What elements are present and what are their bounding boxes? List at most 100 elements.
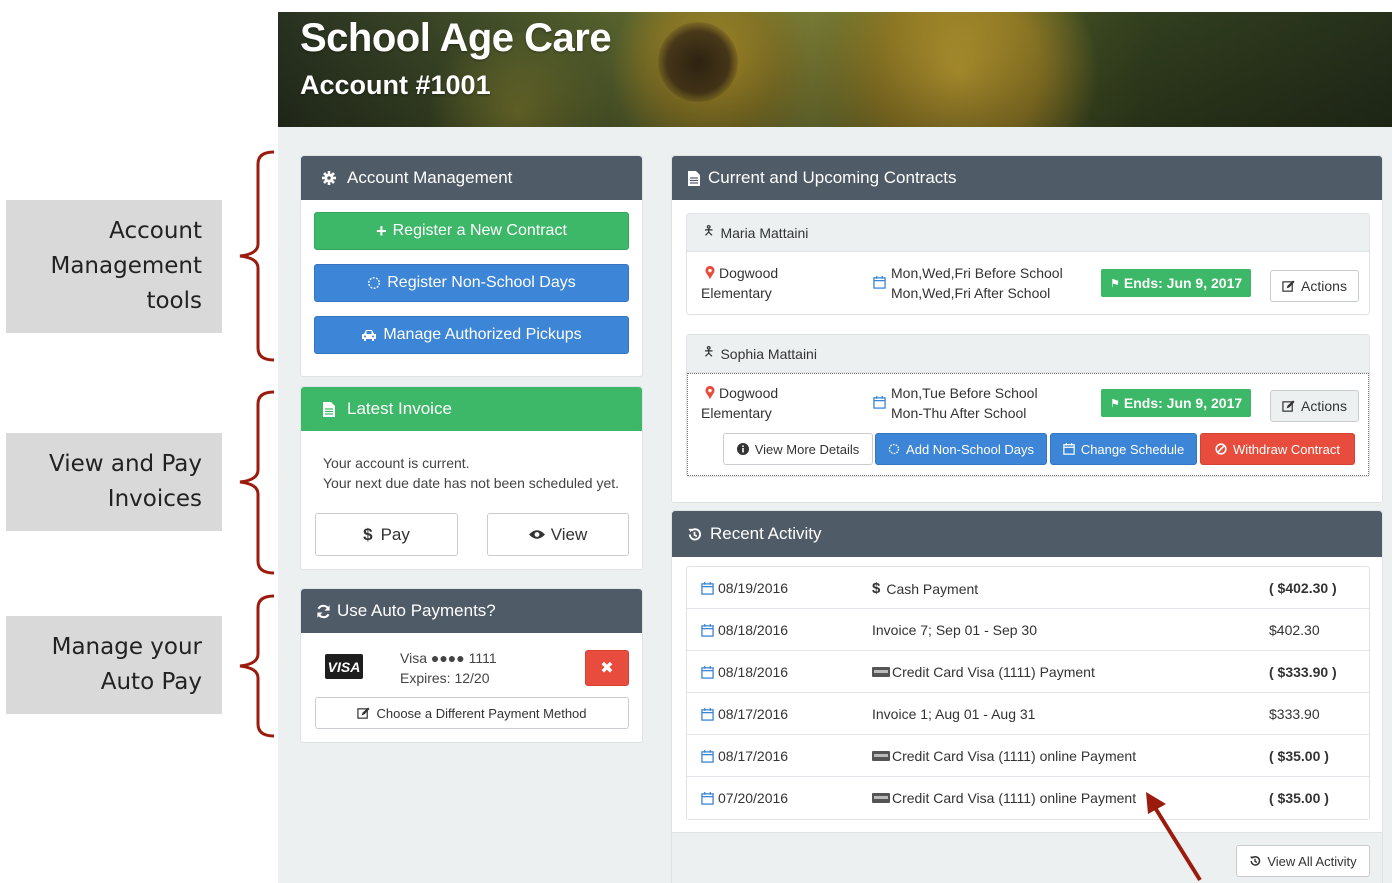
document-icon <box>321 401 337 417</box>
calendar-icon <box>873 396 886 409</box>
page-header-banner: School Age Care Account #1001 <box>278 12 1392 127</box>
school-name-line2: Elementary <box>701 285 772 301</box>
edit-icon <box>1282 399 1295 413</box>
bracket-invoices <box>239 390 275 575</box>
schedule-line: Mon-Thu After School <box>891 405 1027 421</box>
annotation-line: tools <box>146 288 202 314</box>
credit-card-icon <box>872 667 890 677</box>
info-icon <box>736 443 749 455</box>
map-marker-icon <box>705 266 715 279</box>
activity-date: 08/19/2016 <box>718 580 789 596</box>
contract-card: 🯅 Sophia Mattaini Dogwood Elementary Mon… <box>686 334 1370 477</box>
child-icon: 🯅 <box>703 222 715 238</box>
annotation-line: Account <box>109 218 202 244</box>
school-name: Dogwood <box>719 385 779 401</box>
child-name: Maria Mattaini <box>720 224 809 241</box>
refresh-icon <box>315 604 331 619</box>
flag-icon: ⚑ <box>1110 277 1120 290</box>
schedule-line: Mon,Tue Before School <box>891 385 1038 401</box>
activity-description: Invoice 7; Sep 01 - Sep 30 <box>872 622 1037 638</box>
car-icon <box>361 328 377 342</box>
change-schedule-button[interactable]: Change Schedule <box>1050 433 1197 465</box>
panel-header: Use Auto Payments? <box>301 589 642 633</box>
bracket-autopay <box>239 594 275 738</box>
annotation-line: Invoices <box>107 486 202 512</box>
annotation-line: Management <box>50 253 202 279</box>
activity-date: 08/17/2016 <box>718 706 789 722</box>
calendar-icon <box>701 623 714 637</box>
table-row: 08/19/2016 $ Cash Payment ( $402.30 ) <box>687 567 1369 609</box>
page-title: School Age Care <box>300 16 612 60</box>
activity-amount: ( $35.00 ) <box>1269 790 1329 806</box>
autopay-panel: Use Auto Payments? VISA Visa ●●●● 1111 E… <box>300 588 643 743</box>
activity-date: 08/18/2016 <box>718 622 789 638</box>
activity-amount: ( $333.90 ) <box>1269 664 1337 680</box>
panel-header: Account Management <box>301 156 642 200</box>
actions-button[interactable]: Actions <box>1270 390 1359 422</box>
gear-icon <box>321 171 337 185</box>
add-nonschool-days-button[interactable]: Add Non-School Days <box>875 433 1047 465</box>
annotation-autopay: Manage your Auto Pay <box>6 616 222 714</box>
activity-amount: $333.90 <box>1269 706 1320 722</box>
history-icon <box>1249 855 1261 867</box>
schedule-line: Mon,Wed,Fri Before School <box>891 265 1063 281</box>
activity-amount: ( $35.00 ) <box>1269 748 1329 764</box>
eye-icon <box>528 529 545 540</box>
edit-icon <box>357 706 371 720</box>
withdraw-contract-button[interactable]: Withdraw Contract <box>1200 433 1355 465</box>
view-more-details-button[interactable]: View More Details <box>723 433 873 465</box>
remove-autopay-button[interactable]: ✖ <box>585 650 629 686</box>
card-number: Visa ●●●● 1111 <box>400 650 497 666</box>
contract-end-badge: ⚑ Ends: Jun 9, 2017 <box>1101 389 1252 417</box>
child-icon: 🯅 <box>703 343 715 359</box>
child-name-row: 🯅 Maria Mattaini <box>687 214 1369 252</box>
annotation-invoices: View and Pay Invoices <box>6 433 222 531</box>
calendar-icon <box>873 276 886 289</box>
school-name: Dogwood <box>719 265 779 281</box>
pay-button[interactable]: $ Pay <box>315 513 458 556</box>
child-name: Sophia Mattaini <box>720 345 817 362</box>
spinner-icon <box>888 443 900 455</box>
actions-button[interactable]: Actions <box>1270 270 1359 302</box>
activity-amount: $402.30 <box>1269 622 1320 638</box>
dollar-icon: $ <box>872 580 881 597</box>
panel-title: Account Management <box>347 168 513 187</box>
child-name-row: 🯅 Sophia Mattaini <box>687 335 1369 373</box>
bracket-account-management <box>239 150 275 362</box>
view-invoice-button[interactable]: View <box>487 513 629 556</box>
recent-activity-panel: Recent Activity 08/19/2016 $ Cash Payment… <box>671 510 1383 883</box>
activity-table: 08/19/2016 $ Cash Payment ( $402.30 ) 08/… <box>686 566 1370 820</box>
plus-icon: + <box>376 220 387 241</box>
calendar-icon <box>701 791 714 805</box>
activity-date: 08/17/2016 <box>718 748 789 764</box>
spinner-icon <box>367 276 381 290</box>
invoice-due-text: Your next due date has not been schedule… <box>323 475 620 491</box>
table-row: 08/17/2016 Credit Card Visa (1111) onlin… <box>687 735 1369 777</box>
latest-invoice-panel: Latest Invoice Your account is current. … <box>300 386 643 570</box>
view-all-activity-button[interactable]: View All Activity <box>1236 845 1370 877</box>
flag-icon: ⚑ <box>1110 397 1120 410</box>
invoice-status-text: Your account is current. <box>323 455 470 471</box>
table-row: 08/17/2016 Invoice 1; Aug 01 - Aug 31 $3… <box>687 693 1369 735</box>
table-row: 08/18/2016 Credit Card Visa (1111) Payme… <box>687 651 1369 693</box>
calendar-icon <box>1063 443 1075 455</box>
annotation-line: Manage your <box>51 634 202 660</box>
ban-icon <box>1215 443 1227 455</box>
activity-amount: ( $402.30 ) <box>1269 580 1337 596</box>
manage-pickups-button[interactable]: Manage Authorized Pickups <box>314 316 629 354</box>
annotation-line: Auto Pay <box>100 669 202 695</box>
annotation-account-management: Account Management tools <box>6 200 222 333</box>
map-marker-icon <box>705 386 715 399</box>
panel-title: Use Auto Payments? <box>337 601 496 620</box>
register-nonschool-days-button[interactable]: Register Non-School Days <box>314 264 629 302</box>
choose-payment-method-button[interactable]: Choose a Different Payment Method <box>315 697 629 729</box>
contracts-panel: Current and Upcoming Contracts 🯅 Maria M… <box>671 155 1383 503</box>
school-name-line2: Elementary <box>701 405 772 421</box>
account-number: Account #1001 <box>300 70 491 100</box>
panel-header: Latest Invoice <box>301 387 642 431</box>
register-contract-button[interactable]: + Register a New Contract <box>314 212 629 250</box>
activity-description: Credit Card Visa (1111) online Payment <box>892 748 1137 764</box>
calendar-icon <box>701 581 714 595</box>
edit-icon <box>1282 279 1295 293</box>
activity-date: 07/20/2016 <box>718 790 789 806</box>
